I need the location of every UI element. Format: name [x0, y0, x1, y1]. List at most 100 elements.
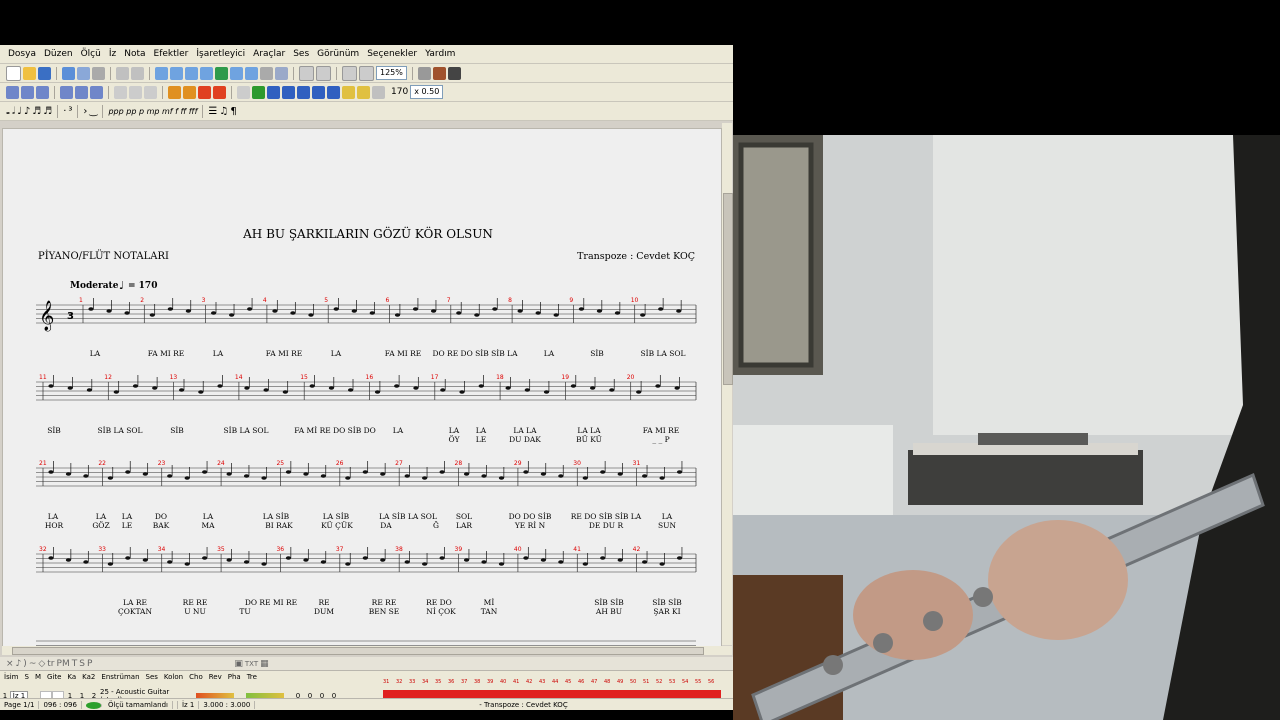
note-head[interactable]	[394, 384, 400, 388]
sixteenth-note-icon[interactable]: ♬	[32, 106, 41, 117]
note-head[interactable]	[83, 560, 89, 564]
note-head[interactable]	[394, 313, 401, 317]
eighth-note-icon[interactable]: ♪	[24, 106, 30, 117]
note-head[interactable]	[463, 472, 470, 476]
wave-icon[interactable]	[357, 85, 370, 99]
note-head[interactable]	[570, 384, 577, 388]
marker-icon[interactable]	[114, 85, 127, 99]
menu-item-6[interactable]: İşaretleyici	[192, 49, 249, 59]
note-head[interactable]	[88, 307, 94, 311]
menu-item-0[interactable]: Dosya	[4, 49, 40, 59]
note-head[interactable]	[553, 313, 559, 317]
note-head[interactable]	[540, 472, 546, 476]
note-head[interactable]	[282, 390, 288, 394]
effect-slide-icon[interactable]: ♪	[16, 659, 22, 669]
vertical-scrollbar[interactable]	[722, 123, 733, 645]
note-head[interactable]	[107, 562, 113, 566]
note-head[interactable]	[362, 556, 368, 560]
note-head[interactable]	[303, 558, 309, 562]
note-head[interactable]	[439, 470, 445, 474]
note-head[interactable]	[617, 558, 623, 562]
note-head[interactable]	[456, 311, 462, 315]
note-head[interactable]	[617, 472, 623, 476]
note-head[interactable]	[333, 307, 339, 311]
dotted-note-icon[interactable]: ·	[63, 106, 66, 117]
note-head[interactable]	[167, 560, 173, 564]
note-head[interactable]	[600, 556, 606, 560]
last-bar-icon[interactable]	[213, 85, 226, 99]
cut-icon[interactable]	[200, 66, 213, 80]
zoom-select[interactable]: 125%	[376, 66, 407, 80]
note-head[interactable]	[380, 472, 386, 476]
note-head[interactable]	[659, 562, 665, 566]
note-head[interactable]	[308, 313, 314, 317]
note-head[interactable]	[83, 474, 89, 478]
speed-select[interactable]: x 0.50	[410, 85, 444, 99]
copy-icon[interactable]	[155, 66, 168, 80]
effect-palm-mute-icon[interactable]: PM	[57, 659, 70, 669]
note-head[interactable]	[272, 309, 278, 313]
note-head[interactable]	[413, 386, 419, 390]
note-head[interactable]	[86, 388, 93, 392]
note-head[interactable]	[459, 390, 465, 394]
note-head[interactable]	[184, 562, 190, 566]
note-head[interactable]	[290, 311, 296, 315]
note-head[interactable]	[261, 476, 267, 480]
page-setup-icon[interactable]	[92, 66, 105, 80]
paste-icon[interactable]	[170, 66, 183, 80]
note-head[interactable]	[142, 558, 148, 562]
metronome-icon[interactable]	[237, 85, 250, 99]
note-head[interactable]	[481, 560, 487, 564]
half-note-icon[interactable]: 𝅗𝅥	[12, 106, 15, 117]
note-head[interactable]	[226, 472, 232, 476]
note-head[interactable]	[582, 562, 588, 566]
note-head[interactable]	[582, 476, 588, 480]
effect-bend-icon[interactable]: ×	[6, 659, 14, 669]
edit-icon[interactable]	[245, 66, 258, 80]
note-head[interactable]	[229, 313, 235, 317]
menu-item-1[interactable]: Düzen	[40, 49, 77, 59]
menu-item-8[interactable]: Ses	[289, 49, 313, 59]
note-head[interactable]	[578, 307, 585, 311]
note-head[interactable]	[198, 390, 204, 394]
note-head[interactable]	[309, 384, 315, 388]
speed-icon[interactable]	[312, 85, 325, 99]
note-head[interactable]	[345, 562, 351, 566]
save-icon[interactable]	[38, 66, 51, 80]
note-head[interactable]	[609, 388, 615, 392]
note-head[interactable]	[543, 390, 550, 394]
menu-item-5[interactable]: Efektler	[150, 49, 193, 59]
note-head[interactable]	[478, 384, 484, 388]
time-signature-icon[interactable]	[36, 85, 49, 99]
note-head[interactable]	[211, 311, 217, 315]
note-head[interactable]	[132, 384, 139, 388]
multitrack-icon[interactable]	[417, 66, 431, 80]
note-head[interactable]	[328, 386, 335, 390]
bar-insert-icon[interactable]	[21, 85, 34, 99]
tuplet-icon[interactable]: ³	[68, 106, 72, 117]
paste-special-icon[interactable]	[185, 66, 198, 80]
note-head[interactable]	[243, 560, 250, 564]
note-head[interactable]	[558, 474, 564, 478]
note-head[interactable]	[48, 384, 54, 388]
note-head[interactable]	[202, 470, 208, 474]
note-head[interactable]	[655, 384, 661, 388]
quarter-note-icon[interactable]: ♩	[17, 106, 22, 117]
tie-icon[interactable]: ‿	[89, 106, 97, 117]
note-head[interactable]	[124, 311, 130, 315]
note-head[interactable]	[374, 390, 381, 394]
tool-icon[interactable]	[372, 85, 385, 99]
note-head[interactable]	[217, 384, 223, 388]
note-head[interactable]	[404, 560, 410, 564]
note-head[interactable]	[523, 470, 529, 474]
txt-icon[interactable]: TXT	[245, 660, 258, 668]
note-head[interactable]	[524, 388, 530, 392]
guitar-icon[interactable]	[432, 66, 446, 80]
note-head[interactable]	[351, 309, 357, 313]
note-head[interactable]	[285, 470, 292, 474]
menu-item-3[interactable]: İz	[105, 49, 120, 59]
note-head[interactable]	[149, 313, 155, 317]
note-head[interactable]	[243, 474, 250, 478]
note-head[interactable]	[345, 476, 351, 480]
note-head[interactable]	[498, 562, 505, 566]
